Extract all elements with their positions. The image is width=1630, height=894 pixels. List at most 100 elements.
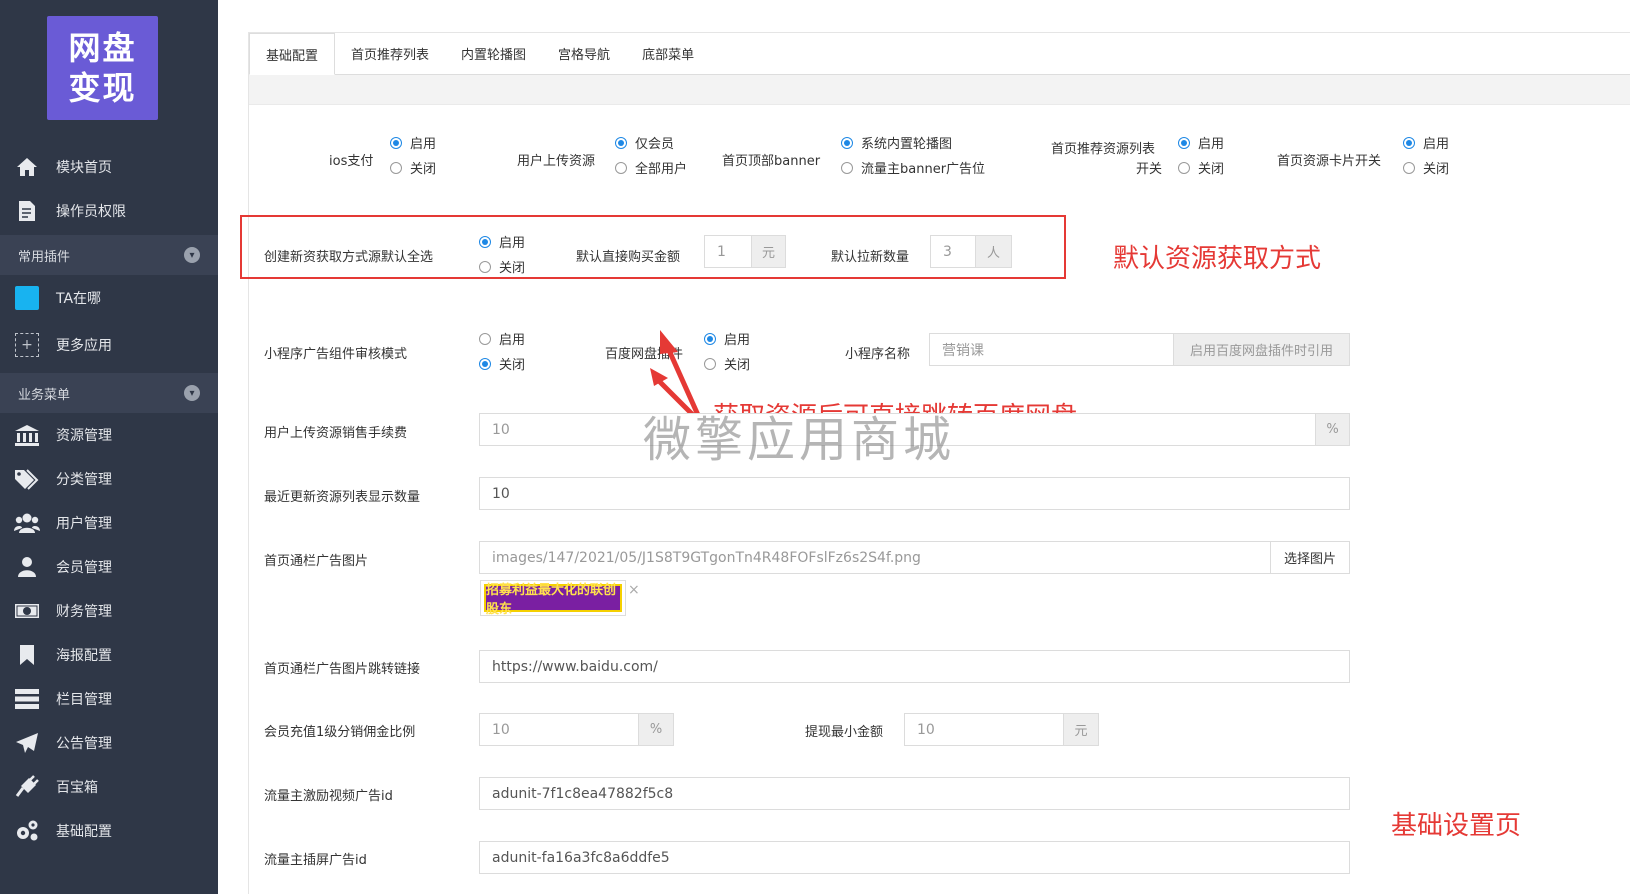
- create-default-disable-radio[interactable]: 关闭: [479, 257, 525, 276]
- default-buy-amount-input[interactable]: 1: [704, 235, 752, 268]
- sidebar-section-business[interactable]: 业务菜单 ▾: [0, 373, 218, 413]
- min-withdraw-label: 提现最小金额: [805, 725, 884, 740]
- upload-all-users-radio[interactable]: 全部用户: [615, 158, 687, 177]
- radio-label: 启用: [724, 333, 751, 348]
- sidebar-item-resources[interactable]: 资源管理: [0, 413, 218, 457]
- choose-image-button[interactable]: 选择图片: [1271, 541, 1350, 574]
- ad-link-input[interactable]: https://www.baidu.com/: [479, 650, 1350, 683]
- radio-dot: [1403, 136, 1415, 149]
- percent-unit: %: [639, 713, 674, 746]
- thumbnail-text: 招募利益最大化的联创股东: [484, 583, 622, 617]
- sidebar-item-operator-permissions[interactable]: 操作员权限: [0, 189, 218, 233]
- ad-image-thumbnail[interactable]: 招募利益最大化的联创股东: [480, 580, 626, 617]
- ios-pay-disable-radio[interactable]: 关闭: [390, 158, 436, 177]
- radio-dot: [1178, 161, 1190, 174]
- tab-carousel[interactable]: 内置轮播图: [445, 32, 542, 74]
- commission-input[interactable]: 10: [479, 713, 639, 746]
- sidebar-item-poster[interactable]: 海报配置: [0, 633, 218, 677]
- plug-icon: [14, 774, 40, 800]
- video-ad-id-input[interactable]: adunit-7f1c8ea47882f5c8: [479, 777, 1350, 810]
- upload-fee-label: 用户上传资源销售手续费: [264, 426, 408, 441]
- create-default-enable-radio[interactable]: 启用: [479, 232, 525, 251]
- remove-image-icon[interactable]: ×: [628, 582, 640, 598]
- radio-dot: [1178, 136, 1190, 149]
- sidebar-item-toolbox[interactable]: 百宝箱: [0, 765, 218, 809]
- radio-dot: [615, 136, 627, 149]
- insert-ad-id-input[interactable]: adunit-fa16a3fc8a6ddfe5: [479, 841, 1350, 874]
- recent-count-input[interactable]: 10: [479, 477, 1350, 510]
- sidebar-item-label: 海报配置: [56, 648, 112, 664]
- sidebar-item-label: 更多应用: [56, 338, 112, 354]
- ad-image-label: 首页通栏广告图片: [264, 554, 369, 569]
- sidebar-item-members[interactable]: 会员管理: [0, 545, 218, 589]
- sidebar-item-label: 百宝箱: [56, 780, 98, 796]
- ad-review-mode-label: 小程序广告组件审核模式: [264, 347, 408, 362]
- money-icon: [14, 598, 40, 624]
- card-disable-radio[interactable]: 关闭: [1403, 158, 1449, 177]
- server-icon: [14, 686, 40, 712]
- banner-system-radio[interactable]: 系统内置轮播图: [841, 133, 952, 152]
- annotation-basic-settings: 基础设置页: [1391, 811, 1522, 841]
- sidebar-item-label: 资源管理: [56, 428, 112, 444]
- ios-pay-enable-radio[interactable]: 启用: [390, 133, 436, 152]
- tab-basic-config[interactable]: 基础配置: [249, 33, 336, 75]
- user-upload-label: 用户上传资源: [517, 154, 596, 169]
- sidebar-item-module-home[interactable]: 模块首页: [0, 145, 218, 189]
- upload-members-only-radio[interactable]: 仅会员: [615, 133, 674, 152]
- sidebar-item-label: 会员管理: [56, 560, 112, 576]
- logo-line-1: 网盘: [68, 29, 137, 67]
- annotation-default-method: 默认资源获取方式: [1113, 244, 1322, 274]
- ad-review-enable-radio[interactable]: 启用: [479, 329, 525, 348]
- radio-label: 流量主banner广告位: [861, 162, 986, 177]
- ad-image-path-input[interactable]: images/147/2021/05/J1S8T9GTgonTn4R48FOFs…: [479, 541, 1271, 574]
- recent-count-label: 最近更新资源列表显示数量: [264, 490, 421, 505]
- home-icon: [14, 154, 40, 180]
- tab-grid-nav[interactable]: 宫格导航: [542, 32, 626, 74]
- video-ad-id-label: 流量主激励视频广告id: [264, 789, 393, 804]
- min-withdraw-input[interactable]: 10: [904, 713, 1064, 746]
- radio-label: 启用: [499, 333, 526, 348]
- sidebar-item-users[interactable]: 用户管理: [0, 501, 218, 545]
- radio-label: 全部用户: [635, 162, 688, 177]
- radio-dot: [1403, 161, 1415, 174]
- sidebar-item-columns[interactable]: 栏目管理: [0, 677, 218, 721]
- person-unit: 人: [976, 235, 1012, 268]
- app-logo[interactable]: 网盘 变现: [47, 16, 158, 120]
- sidebar-item-label: 栏目管理: [56, 692, 112, 708]
- sidebar-item-finance[interactable]: 财务管理: [0, 589, 218, 633]
- sidebar-item-label: 分类管理: [56, 472, 112, 488]
- baidu-plugin-enable-radio[interactable]: 启用: [704, 329, 750, 348]
- tab-bottom-menu[interactable]: 底部菜单: [626, 32, 710, 74]
- default-invite-count-input[interactable]: 3: [930, 235, 976, 268]
- tab-home-recommend[interactable]: 首页推荐列表: [335, 32, 445, 74]
- sidebar-item-more-apps[interactable]: + 更多应用: [0, 321, 218, 369]
- recommend-enable-radio[interactable]: 启用: [1178, 133, 1224, 152]
- sidebar-item-ta[interactable]: TA在哪: [0, 275, 218, 321]
- radio-label: 启用: [1423, 137, 1450, 152]
- sidebar-item-categories[interactable]: 分类管理: [0, 457, 218, 501]
- sidebar-section-plugins[interactable]: 常用插件 ▾: [0, 235, 218, 275]
- chevron-down-icon: ▾: [184, 247, 200, 263]
- radio-dot: [479, 357, 491, 370]
- radio-label: 仅会员: [635, 137, 675, 152]
- yuan-unit: 元: [752, 235, 786, 268]
- sidebar-item-label: 基础配置: [56, 824, 112, 840]
- baidu-plugin-disable-radio[interactable]: 关闭: [704, 354, 750, 373]
- radio-label: 关闭: [499, 358, 526, 373]
- user-icon: [14, 554, 40, 580]
- yuan-unit: 元: [1064, 713, 1099, 746]
- sidebar-item-announcements[interactable]: 公告管理: [0, 721, 218, 765]
- mini-program-name-input[interactable]: 营销课: [929, 333, 1174, 366]
- recommend-disable-radio[interactable]: 关闭: [1178, 158, 1224, 177]
- sidebar-item-basic-config[interactable]: 基础配置: [0, 809, 218, 853]
- ad-review-disable-radio[interactable]: 关闭: [479, 354, 525, 373]
- banner-ad-radio[interactable]: 流量主banner广告位: [841, 158, 985, 177]
- mini-program-name-label: 小程序名称: [845, 347, 911, 362]
- card-enable-radio[interactable]: 启用: [1403, 133, 1449, 152]
- insert-ad-id-label: 流量主插屏广告id: [264, 853, 367, 868]
- sidebar-item-label: 公告管理: [56, 736, 112, 752]
- sidebar-item-label: 模块首页: [56, 160, 112, 176]
- radio-dot: [615, 161, 627, 174]
- sidebar-item-label: TA在哪: [56, 291, 102, 307]
- resource-card-label: 首页资源卡片开关: [1277, 154, 1382, 169]
